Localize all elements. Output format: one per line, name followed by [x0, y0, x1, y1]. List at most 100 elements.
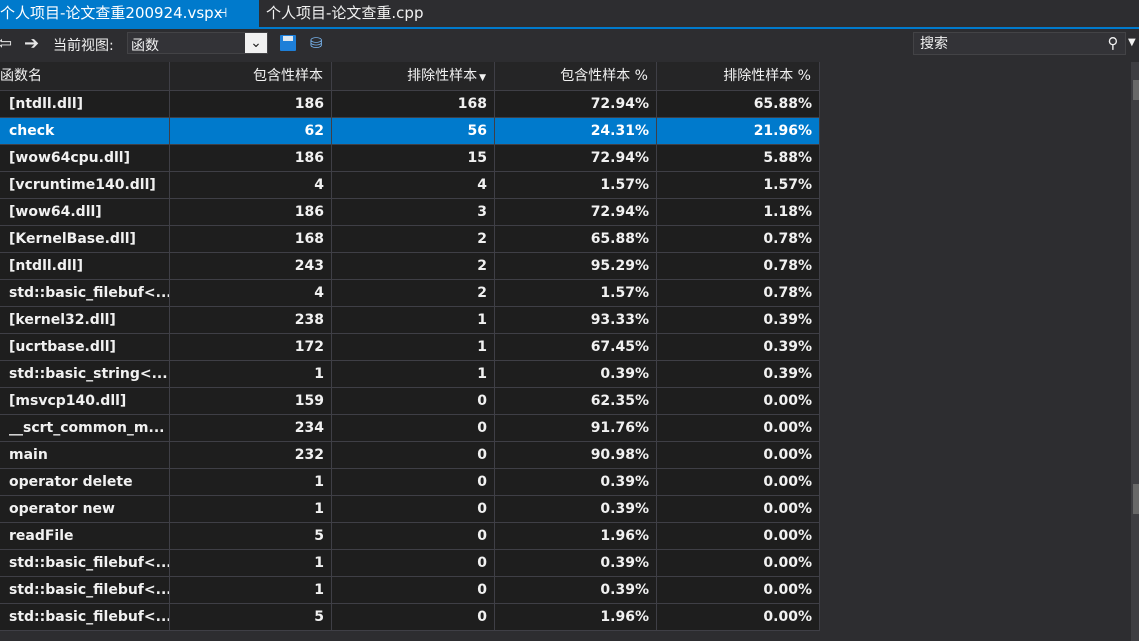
table-row[interactable]: operator delete 1 0 0.39% 0.00%: [0, 469, 820, 496]
pin-icon[interactable]: ⊣: [216, 0, 227, 27]
cell-exclusive-samples: 3: [332, 199, 495, 226]
column-header-inclusive-samples[interactable]: 包含性样本: [170, 62, 332, 91]
chevron-down-icon[interactable]: ⌄: [245, 33, 267, 53]
cell-inclusive-percent: 67.45%: [495, 334, 657, 361]
table-row[interactable]: operator new 1 0 0.39% 0.00%: [0, 496, 820, 523]
table-row[interactable]: check 62 56 24.31% 21.96%: [0, 118, 820, 145]
cell-exclusive-samples: 2: [332, 226, 495, 253]
cell-exclusive-percent: 65.88%: [657, 91, 820, 118]
cell-inclusive-samples: 4: [170, 280, 332, 307]
tab-vspx-report[interactable]: 个人项目-论文查重200924.vspx ⊣: [0, 0, 259, 27]
cell-exclusive-percent: 0.00%: [657, 604, 820, 631]
cell-inclusive-percent: 72.94%: [495, 145, 657, 172]
vertical-scrollbar[interactable]: [1131, 62, 1139, 641]
cell-inclusive-percent: 72.94%: [495, 91, 657, 118]
cell-function-name: [wow64cpu.dll]: [0, 145, 170, 172]
cell-exclusive-percent: 5.88%: [657, 145, 820, 172]
cell-exclusive-samples: 2: [332, 253, 495, 280]
table-row[interactable]: [ucrtbase.dll] 172 1 67.45% 0.39%: [0, 334, 820, 361]
table-row[interactable]: std::basic_string<... 1 1 0.39% 0.39%: [0, 361, 820, 388]
cell-inclusive-percent: 90.98%: [495, 442, 657, 469]
cell-exclusive-samples: 0: [332, 442, 495, 469]
table-row[interactable]: [msvcp140.dll] 159 0 62.35% 0.00%: [0, 388, 820, 415]
cell-inclusive-percent: 1.96%: [495, 604, 657, 631]
table-row[interactable]: [wow64cpu.dll] 186 15 72.94% 5.88%: [0, 145, 820, 172]
search-options-dropdown-icon[interactable]: ▼: [1128, 37, 1136, 48]
table-row[interactable]: readFile 5 0 1.96% 0.00%: [0, 523, 820, 550]
cell-inclusive-samples: 232: [170, 442, 332, 469]
current-view-dropdown[interactable]: 函数 ⌄: [127, 32, 268, 54]
search-box[interactable]: ⚲: [913, 32, 1126, 55]
cell-exclusive-samples: 2: [332, 280, 495, 307]
cell-function-name: [ntdll.dll]: [0, 253, 170, 280]
cell-exclusive-percent: 0.00%: [657, 550, 820, 577]
scrollbar-thumb-lower[interactable]: [1133, 484, 1139, 514]
cell-exclusive-percent: 0.00%: [657, 388, 820, 415]
cell-inclusive-samples: 186: [170, 199, 332, 226]
cell-exclusive-samples: 0: [332, 388, 495, 415]
document-tab-strip: 个人项目-论文查重200924.vspx ⊣ 个人项目-论文查重.cpp: [0, 0, 1139, 27]
cell-inclusive-percent: 62.35%: [495, 388, 657, 415]
back-arrow-icon[interactable]: ⇦: [0, 33, 12, 55]
cell-function-name: [ucrtbase.dll]: [0, 334, 170, 361]
table-row[interactable]: __scrt_common_m... 234 0 91.76% 0.00%: [0, 415, 820, 442]
scrollbar-thumb[interactable]: [1133, 80, 1139, 100]
cell-function-name: [kernel32.dll]: [0, 307, 170, 334]
cell-exclusive-samples: 0: [332, 550, 495, 577]
forward-arrow-icon[interactable]: ➔: [24, 33, 39, 55]
table-row[interactable]: std::basic_filebuf<... 1 0 0.39% 0.00%: [0, 550, 820, 577]
cell-inclusive-percent: 0.39%: [495, 361, 657, 388]
cell-exclusive-samples: 1: [332, 361, 495, 388]
cell-exclusive-percent: 0.78%: [657, 226, 820, 253]
cell-inclusive-percent: 24.31%: [495, 118, 657, 145]
cell-exclusive-percent: 0.00%: [657, 469, 820, 496]
cell-inclusive-samples: 4: [170, 172, 332, 199]
column-header-exclusive-samples[interactable]: 排除性样本 ▼: [332, 62, 495, 91]
cell-function-name: [KernelBase.dll]: [0, 226, 170, 253]
cell-inclusive-percent: 0.39%: [495, 550, 657, 577]
cell-function-name: [msvcp140.dll]: [0, 388, 170, 415]
cell-inclusive-samples: 1: [170, 496, 332, 523]
cell-exclusive-samples: 1: [332, 334, 495, 361]
cell-inclusive-percent: 0.39%: [495, 577, 657, 604]
cell-exclusive-samples: 1: [332, 307, 495, 334]
cell-exclusive-samples: 0: [332, 496, 495, 523]
cell-inclusive-percent: 65.88%: [495, 226, 657, 253]
cell-function-name: [wow64.dll]: [0, 199, 170, 226]
table-row[interactable]: [kernel32.dll] 238 1 93.33% 0.39%: [0, 307, 820, 334]
profiler-toolbar: ⇦ ➔ 当前视图: 函数 ⌄ ⛁ ⚲ ▼: [0, 29, 1139, 60]
cell-exclusive-samples: 15: [332, 145, 495, 172]
cell-inclusive-samples: 5: [170, 523, 332, 550]
current-view-label: 当前视图:: [53, 38, 114, 54]
cell-exclusive-samples: 4: [332, 172, 495, 199]
cell-exclusive-percent: 0.00%: [657, 415, 820, 442]
cell-inclusive-samples: 5: [170, 604, 332, 631]
table-row[interactable]: std::basic_filebuf<... 4 2 1.57% 0.78%: [0, 280, 820, 307]
table-row[interactable]: std::basic_filebuf<... 1 0 0.39% 0.00%: [0, 577, 820, 604]
table-row[interactable]: [wow64.dll] 186 3 72.94% 1.18%: [0, 199, 820, 226]
cell-inclusive-percent: 1.57%: [495, 172, 657, 199]
table-row[interactable]: [KernelBase.dll] 168 2 65.88% 0.78%: [0, 226, 820, 253]
table-row[interactable]: [ntdll.dll] 186 168 72.94% 65.88%: [0, 91, 820, 118]
cell-exclusive-samples: 0: [332, 577, 495, 604]
cell-inclusive-samples: 186: [170, 145, 332, 172]
cell-inclusive-samples: 172: [170, 334, 332, 361]
cell-inclusive-samples: 168: [170, 226, 332, 253]
table-row[interactable]: [vcruntime140.dll] 4 4 1.57% 1.57%: [0, 172, 820, 199]
save-icon[interactable]: [280, 35, 296, 51]
column-header-function-name[interactable]: 函数名: [0, 62, 170, 91]
tab-cpp-source[interactable]: 个人项目-论文查重.cpp: [266, 0, 423, 27]
table-row[interactable]: std::basic_filebuf<... 5 0 1.96% 0.00%: [0, 604, 820, 631]
cell-function-name: __scrt_common_m...: [0, 415, 170, 442]
cell-inclusive-percent: 91.76%: [495, 415, 657, 442]
search-icon[interactable]: ⚲: [1103, 34, 1123, 53]
search-input[interactable]: [918, 34, 1102, 54]
cell-exclusive-percent: 0.39%: [657, 361, 820, 388]
table-row[interactable]: [ntdll.dll] 243 2 95.29% 0.78%: [0, 253, 820, 280]
column-header-inclusive-percent[interactable]: 包含性样本 %: [495, 62, 657, 91]
cell-inclusive-samples: 1: [170, 361, 332, 388]
column-header-exclusive-percent[interactable]: 排除性样本 %: [657, 62, 820, 91]
cell-function-name: operator delete: [0, 469, 170, 496]
table-row[interactable]: main 232 0 90.98% 0.00%: [0, 442, 820, 469]
export-icon[interactable]: ⛁: [310, 34, 323, 52]
